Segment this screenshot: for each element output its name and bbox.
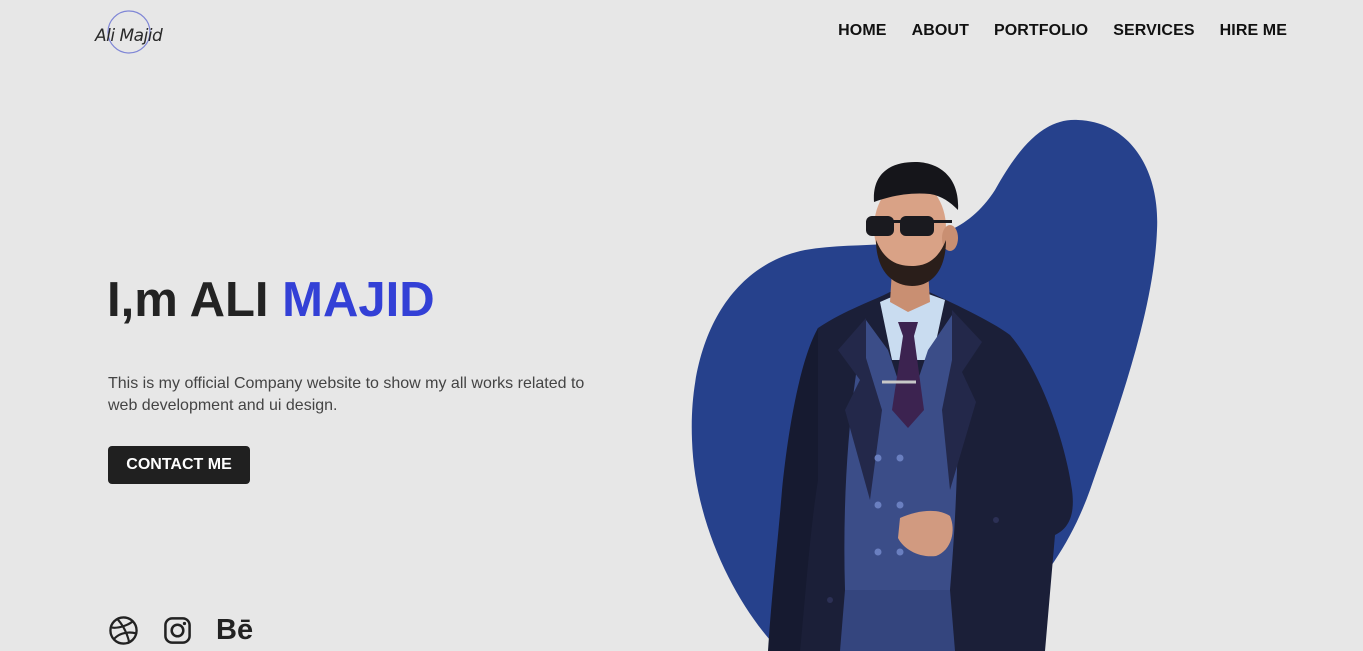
contact-me-button[interactable]: CONTACT ME <box>108 446 250 484</box>
main-nav: HOME ABOUT PORTFOLIO SERVICES HIRE ME <box>838 22 1287 40</box>
nav-about[interactable]: ABOUT <box>912 22 969 40</box>
hero-title: I,m ALI MAJID <box>107 270 435 330</box>
landing-page: Ali Majid HOME ABOUT PORTFOLIO SERVICES … <box>0 0 1363 651</box>
social-links: Bē <box>108 614 253 646</box>
dribbble-icon[interactable] <box>108 615 139 646</box>
nav-hire-me[interactable]: HIRE ME <box>1220 22 1287 40</box>
hero-title-prefix: I,m ALI <box>107 273 283 327</box>
hero-description: This is my official Company website to s… <box>108 375 585 414</box>
behance-icon[interactable]: Bē <box>216 614 253 646</box>
logo-text: Ali Majid <box>95 26 163 46</box>
brand-logo[interactable]: Ali Majid <box>92 8 170 58</box>
nav-home[interactable]: HOME <box>838 22 886 40</box>
profile-photo <box>691 119 1158 651</box>
hero-title-accent: MAJID <box>282 273 435 327</box>
instagram-icon[interactable] <box>163 616 192 645</box>
nav-services[interactable]: SERVICES <box>1113 22 1194 40</box>
hero-portrait <box>660 110 1180 651</box>
nav-portfolio[interactable]: PORTFOLIO <box>994 22 1088 40</box>
